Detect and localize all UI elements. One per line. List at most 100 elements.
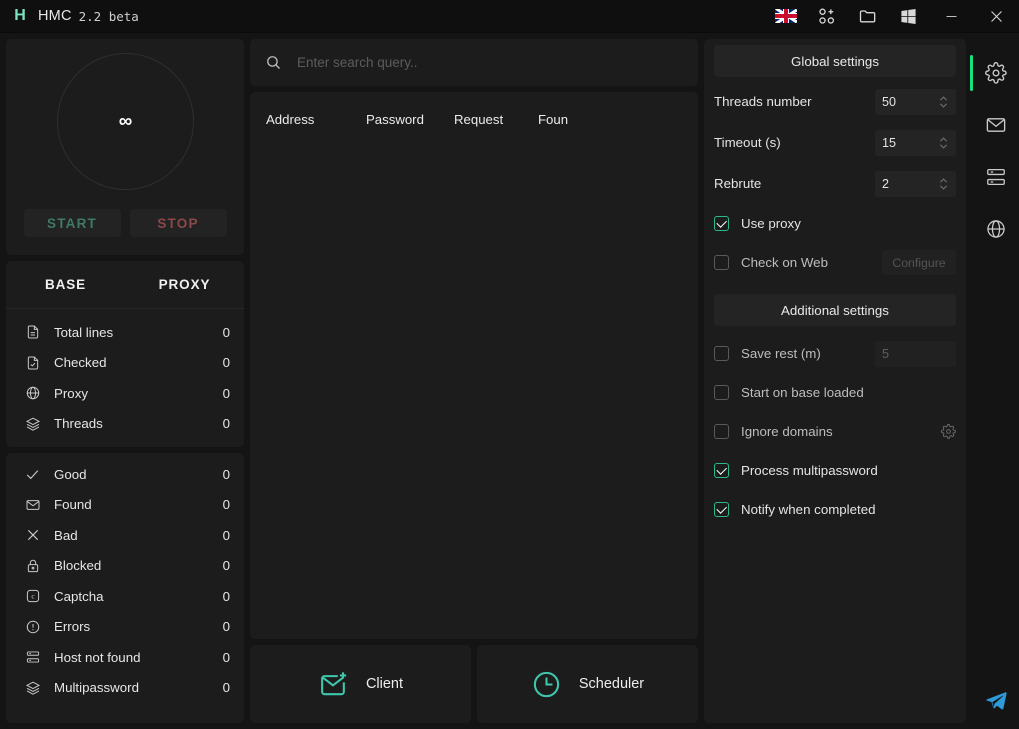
- stat-label: Errors: [54, 619, 223, 634]
- rail-item-settings[interactable]: [972, 49, 1019, 97]
- folder-icon[interactable]: [847, 0, 888, 33]
- globe-icon: [24, 385, 41, 402]
- run-controls: START STOP: [24, 209, 227, 237]
- search-bar: [250, 39, 698, 86]
- stat-label: Found: [54, 497, 223, 512]
- right-icon-rail: [972, 39, 1019, 723]
- column-header-found[interactable]: Foun: [538, 112, 682, 127]
- setting-rebrute: Rebrute 2: [714, 163, 956, 204]
- checkbox-start-on-base-loaded[interactable]: Start on base loaded: [714, 373, 956, 412]
- stat-row-checked: Checked 0: [6, 348, 244, 379]
- checkbox-indicator[interactable]: [714, 255, 729, 270]
- client-button[interactable]: Client: [250, 645, 471, 723]
- rail-item-web[interactable]: [972, 205, 1019, 253]
- checkbox-notify-when-completed[interactable]: Notify when completed: [714, 490, 956, 529]
- scheduler-button[interactable]: Scheduler: [477, 645, 698, 723]
- chevron-updown-icon[interactable]: [938, 135, 949, 151]
- chevron-updown-icon[interactable]: [938, 94, 949, 110]
- tab-proxy[interactable]: PROXY: [125, 261, 244, 308]
- ignore-domains-gear-icon[interactable]: [941, 424, 956, 439]
- checkbox-process-multipassword[interactable]: Process multipassword: [714, 451, 956, 490]
- checkbox-label: Save rest (m): [741, 346, 821, 361]
- captcha-icon: c: [24, 588, 41, 605]
- telegram-link-button[interactable]: [972, 677, 1019, 723]
- checkbox-indicator[interactable]: [714, 346, 729, 361]
- stat-label: Multipassword: [54, 680, 223, 695]
- stat-value: 0: [223, 589, 230, 604]
- close-button[interactable]: [974, 0, 1019, 33]
- main-body: ∞ START STOP BASE PROXY: [0, 33, 1019, 729]
- document-icon: [24, 324, 41, 341]
- stat-row-good: Good 0: [6, 459, 244, 490]
- stat-row-bad: Bad 0: [6, 520, 244, 551]
- timeout-stepper[interactable]: 15: [875, 130, 956, 156]
- gauge-panel: ∞ START STOP: [6, 39, 244, 255]
- tab-base[interactable]: BASE: [6, 261, 125, 308]
- rail-item-server[interactable]: [972, 153, 1019, 201]
- client-button-label: Client: [366, 676, 403, 692]
- start-button[interactable]: START: [24, 209, 121, 237]
- add-account-icon[interactable]: [806, 0, 847, 33]
- rail-item-mail[interactable]: [972, 101, 1019, 149]
- stat-label: Blocked: [54, 558, 223, 573]
- scheduler-button-label: Scheduler: [579, 676, 644, 692]
- active-indicator: [970, 55, 973, 91]
- minimize-button[interactable]: [929, 0, 974, 33]
- search-input[interactable]: [297, 55, 684, 70]
- envelope-icon: [985, 114, 1007, 136]
- settings-panel: Global settings Threads number 50 Timeou…: [704, 39, 966, 723]
- lock-icon: [24, 557, 41, 574]
- checkbox-indicator[interactable]: [714, 424, 729, 439]
- stats-primary-list: Total lines 0 Checked 0: [6, 309, 244, 443]
- app-version: 2.2 beta: [79, 9, 139, 24]
- layers-icon: [24, 415, 41, 432]
- language-flag-icon[interactable]: [765, 0, 806, 33]
- stop-button[interactable]: STOP: [130, 209, 227, 237]
- clock-icon: [531, 669, 562, 700]
- setting-label: Timeout (s): [714, 135, 875, 150]
- gauge-value: ∞: [119, 111, 132, 133]
- checkbox-check-on-web[interactable]: Check on Web Configure: [714, 243, 956, 282]
- check-icon: [24, 466, 41, 483]
- bottom-button-bar: Client Scheduler: [250, 645, 698, 723]
- stat-label: Proxy: [54, 386, 223, 401]
- checkbox-indicator[interactable]: [714, 216, 729, 231]
- error-icon: [24, 618, 41, 635]
- results-table: Address Password Request Foun: [250, 92, 698, 639]
- setting-label: Rebrute: [714, 176, 875, 191]
- checkbox-label: Notify when completed: [741, 502, 876, 517]
- windows-icon[interactable]: [888, 0, 929, 33]
- column-header-password[interactable]: Password: [366, 112, 454, 127]
- setting-timeout: Timeout (s) 15: [714, 122, 956, 163]
- stat-label: Captcha: [54, 589, 223, 604]
- stat-value: 0: [223, 416, 230, 431]
- column-header-address[interactable]: Address: [266, 112, 366, 127]
- checkbox-indicator[interactable]: [714, 385, 729, 400]
- stat-value: 0: [223, 325, 230, 340]
- stat-label: Host not found: [54, 650, 223, 665]
- search-icon: [264, 53, 283, 72]
- stats-panel: BASE PROXY Total lines 0: [6, 261, 244, 447]
- title-bar: H HMC 2.2 beta: [0, 0, 1019, 33]
- checkbox-indicator[interactable]: [714, 463, 729, 478]
- center-column: Address Password Request Foun: [250, 39, 698, 723]
- rebrute-stepper[interactable]: 2: [875, 171, 956, 197]
- stat-label: Threads: [54, 416, 223, 431]
- stat-value: 0: [223, 680, 230, 695]
- layers-icon: [24, 679, 41, 696]
- checkbox-indicator[interactable]: [714, 502, 729, 517]
- save-rest-stepper[interactable]: 5: [875, 341, 956, 367]
- checkbox-use-proxy[interactable]: Use proxy: [714, 204, 956, 243]
- threads-number-stepper[interactable]: 50: [875, 89, 956, 115]
- checkbox-ignore-domains[interactable]: Ignore domains: [714, 412, 956, 451]
- checkbox-save-rest[interactable]: Save rest (m) 5: [714, 334, 956, 373]
- configure-button[interactable]: Configure: [882, 250, 956, 275]
- column-header-request[interactable]: Request: [454, 112, 538, 127]
- stat-row-errors: Errors 0: [6, 612, 244, 643]
- globe-icon: [985, 218, 1007, 240]
- chevron-updown-icon[interactable]: [938, 176, 949, 192]
- stat-row-captcha: c Captcha 0: [6, 581, 244, 612]
- stat-value: 0: [223, 355, 230, 370]
- checkbox-label: Process multipassword: [741, 463, 878, 478]
- stat-row-proxy: Proxy 0: [6, 378, 244, 409]
